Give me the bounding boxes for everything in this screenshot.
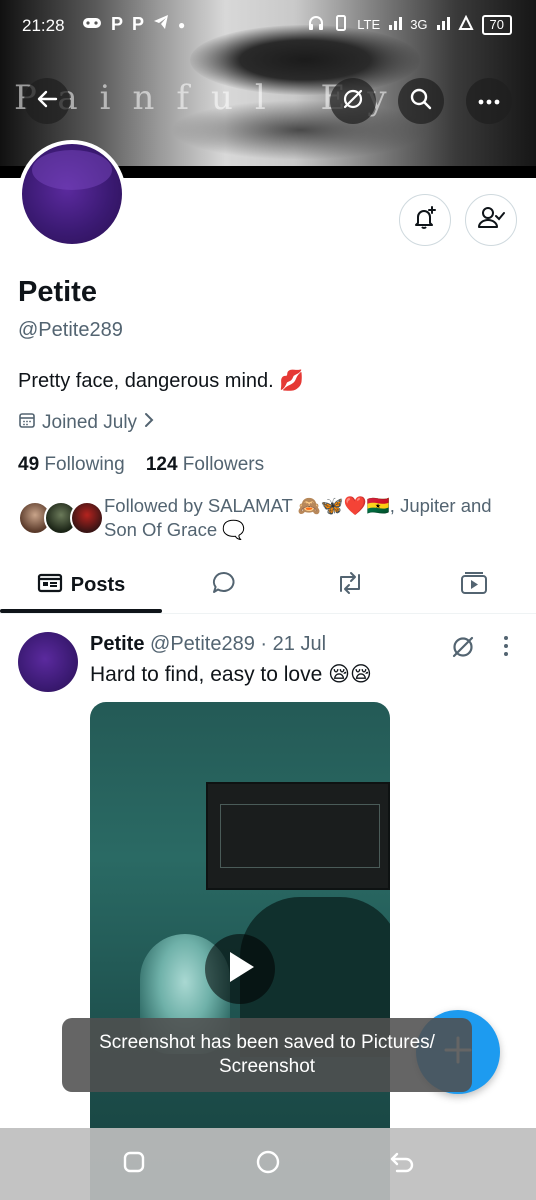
following-link[interactable]: 49 Following (18, 454, 125, 475)
p-icon: P (111, 14, 124, 34)
following-label: Following (44, 454, 125, 475)
home-button[interactable] (252, 1148, 284, 1180)
active-tab-indicator (0, 609, 162, 613)
search-icon (409, 87, 433, 116)
system-nav-bar (0, 1128, 536, 1200)
followers-count: 124 (145, 454, 178, 475)
profile-name: Petite (18, 276, 97, 308)
more-options-button[interactable] (466, 78, 512, 124)
post-video[interactable] (90, 702, 390, 1200)
status-notification-icons: P P ● (82, 14, 185, 35)
post-header: Petite @Petite289 · 21 Jul (90, 633, 326, 656)
posts-icon (37, 572, 63, 599)
screenshot-toast: Screenshot has been saved to Pictures/ S… (62, 1018, 472, 1092)
notifications-subscribe-button[interactable] (399, 194, 451, 246)
status-bar: 21:28 P P ● LTE 3G 70 (0, 0, 536, 50)
data-saver-icon (457, 14, 474, 34)
tab-reposts[interactable] (302, 556, 398, 614)
signal-icon (388, 15, 403, 34)
home-icon (255, 1149, 281, 1180)
recent-apps-icon (122, 1150, 146, 1179)
grok-icon (341, 87, 365, 116)
reply-icon (211, 570, 237, 601)
play-icon (224, 949, 256, 990)
telegram-icon (153, 14, 169, 35)
followers-link[interactable]: 124 Followers (146, 454, 264, 475)
tab-posts-label: Posts (70, 573, 126, 596)
more-horizontal-icon (478, 92, 500, 110)
joined-text: Joined July (42, 412, 138, 433)
repost-icon (335, 571, 365, 600)
chevron-right-icon (143, 412, 155, 434)
arrow-left-icon (36, 88, 58, 115)
dot-icon: ● (178, 17, 186, 32)
back-icon (389, 1150, 415, 1179)
post-author-avatar[interactable] (18, 632, 78, 692)
vibrate-icon (333, 14, 349, 35)
post-date[interactable]: 21 Jul (273, 633, 326, 655)
post-separator: · (260, 633, 268, 655)
post-more-button[interactable] (496, 634, 516, 663)
grok-button[interactable] (330, 78, 376, 124)
profile-avatar[interactable] (18, 140, 126, 248)
status-time: 21:28 (22, 16, 65, 35)
avatar (70, 501, 104, 535)
recent-apps-button[interactable] (118, 1148, 150, 1180)
followed-by-section[interactable]: Followed by SALAMAT 🙈🦋❤️🇬🇭, Jupiter and … (18, 494, 528, 542)
back-nav-button[interactable] (386, 1148, 418, 1180)
p-icon: P (132, 14, 145, 34)
grok-icon (450, 636, 476, 664)
joined-date-link[interactable]: Joined July (18, 411, 155, 435)
mutual-avatars (18, 501, 104, 535)
status-system-icons: LTE 3G 70 (307, 14, 512, 35)
profile-bio: Pretty face, dangerous mind. 💋 (18, 370, 305, 392)
profile-handle: @Petite289 (18, 319, 123, 341)
network-3g-label: 3G (410, 17, 428, 32)
profile-tabs: Posts (0, 556, 536, 614)
gamepad-icon (82, 14, 102, 35)
video-icon (460, 571, 488, 600)
post-author-name[interactable]: Petite (90, 633, 144, 655)
battery-level: 70 (481, 14, 512, 35)
followed-by-text: Followed by SALAMAT 🙈🦋❤️🇬🇭, Jupiter and … (104, 495, 492, 540)
video-wall-frame (206, 782, 390, 890)
back-button[interactable] (24, 78, 70, 124)
tab-media[interactable] (426, 556, 522, 614)
followers-label: Followers (182, 454, 265, 475)
play-button[interactable] (205, 934, 275, 1004)
signal-icon (436, 15, 450, 34)
following-button[interactable] (465, 194, 517, 246)
post-author-handle[interactable]: @Petite289 (150, 633, 255, 655)
calendar-icon (18, 411, 36, 435)
more-vertical-icon (496, 636, 516, 662)
user-check-icon (477, 204, 505, 237)
network-lte-label: LTE (357, 17, 381, 32)
headset-icon (307, 14, 325, 35)
follow-stats: 49 Following 124 Followers (18, 454, 264, 476)
tab-posts[interactable]: Posts (0, 556, 162, 614)
search-button[interactable] (398, 78, 444, 124)
post-text: Hard to find, easy to love 😪😪 (90, 663, 372, 686)
bell-plus-icon (411, 204, 439, 237)
tab-replies[interactable] (176, 556, 272, 614)
post-grok-button[interactable] (450, 634, 476, 665)
following-count: 49 (18, 454, 40, 475)
